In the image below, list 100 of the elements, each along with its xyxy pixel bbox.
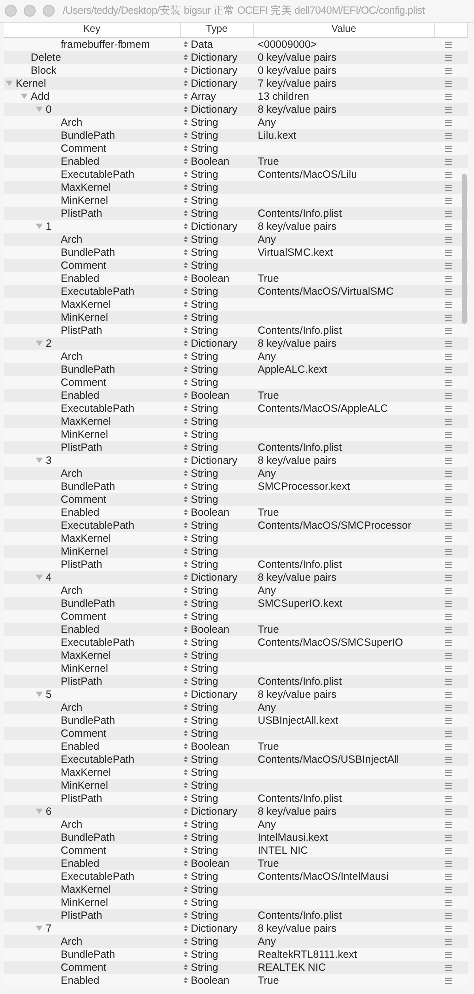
- menu-icon[interactable]: [445, 900, 452, 906]
- menu-icon[interactable]: [445, 42, 452, 48]
- up-down-arrows-icon[interactable]: [184, 80, 188, 87]
- up-down-arrows-icon[interactable]: [184, 600, 188, 607]
- up-down-arrows-icon[interactable]: [184, 470, 188, 477]
- menu-icon[interactable]: [445, 418, 452, 424]
- menu-icon[interactable]: [445, 626, 452, 632]
- menu-icon[interactable]: [445, 522, 452, 528]
- menu-icon[interactable]: [445, 666, 452, 672]
- menu-icon[interactable]: [445, 302, 452, 308]
- menu-icon[interactable]: [445, 392, 452, 398]
- up-down-arrows-icon[interactable]: [184, 379, 188, 386]
- up-down-arrows-icon[interactable]: [184, 483, 188, 490]
- menu-icon[interactable]: [445, 938, 452, 944]
- up-down-arrows-icon[interactable]: [184, 171, 188, 178]
- menu-icon[interactable]: [445, 198, 452, 204]
- up-down-arrows-icon[interactable]: [184, 704, 188, 711]
- up-down-arrows-icon[interactable]: [184, 665, 188, 672]
- disclosure-triangle-icon[interactable]: [36, 457, 43, 464]
- menu-icon[interactable]: [445, 496, 452, 502]
- up-down-arrows-icon[interactable]: [184, 626, 188, 633]
- menu-icon[interactable]: [445, 678, 452, 684]
- menu-icon[interactable]: [445, 120, 452, 126]
- up-down-arrows-icon[interactable]: [184, 262, 188, 269]
- up-down-arrows-icon[interactable]: [184, 639, 188, 646]
- menu-icon[interactable]: [445, 796, 452, 802]
- menu-icon[interactable]: [445, 808, 452, 814]
- menu-icon[interactable]: [445, 432, 452, 438]
- menu-icon[interactable]: [445, 978, 452, 984]
- menu-icon[interactable]: [445, 704, 452, 710]
- up-down-arrows-icon[interactable]: [184, 249, 188, 256]
- up-down-arrows-icon[interactable]: [184, 899, 188, 906]
- menu-icon[interactable]: [445, 276, 452, 282]
- up-down-arrows-icon[interactable]: [184, 145, 188, 152]
- menu-icon[interactable]: [445, 288, 452, 294]
- menu-icon[interactable]: [445, 770, 452, 776]
- menu-icon[interactable]: [445, 262, 452, 268]
- up-down-arrows-icon[interactable]: [184, 847, 188, 854]
- up-down-arrows-icon[interactable]: [184, 873, 188, 880]
- up-down-arrows-icon[interactable]: [184, 535, 188, 542]
- menu-icon[interactable]: [445, 54, 452, 60]
- menu-icon[interactable]: [445, 860, 452, 866]
- menu-icon[interactable]: [445, 730, 452, 736]
- up-down-arrows-icon[interactable]: [184, 522, 188, 529]
- up-down-arrows-icon[interactable]: [184, 821, 188, 828]
- menu-icon[interactable]: [445, 756, 452, 762]
- menu-icon[interactable]: [445, 80, 452, 86]
- menu-icon[interactable]: [445, 94, 452, 100]
- menu-icon[interactable]: [445, 354, 452, 360]
- menu-icon[interactable]: [445, 562, 452, 568]
- up-down-arrows-icon[interactable]: [184, 769, 188, 776]
- up-down-arrows-icon[interactable]: [184, 392, 188, 399]
- menu-icon[interactable]: [445, 822, 452, 828]
- up-down-arrows-icon[interactable]: [184, 457, 188, 464]
- menu-icon[interactable]: [445, 68, 452, 74]
- up-down-arrows-icon[interactable]: [184, 912, 188, 919]
- menu-icon[interactable]: [445, 548, 452, 554]
- up-down-arrows-icon[interactable]: [184, 197, 188, 204]
- menu-icon[interactable]: [445, 340, 452, 346]
- up-down-arrows-icon[interactable]: [184, 860, 188, 867]
- menu-icon[interactable]: [445, 874, 452, 880]
- menu-icon[interactable]: [445, 184, 452, 190]
- up-down-arrows-icon[interactable]: [184, 210, 188, 217]
- menu-icon[interactable]: [445, 952, 452, 958]
- menu-icon[interactable]: [445, 146, 452, 152]
- up-down-arrows-icon[interactable]: [184, 548, 188, 555]
- disclosure-triangle-icon[interactable]: [36, 340, 43, 347]
- up-down-arrows-icon[interactable]: [184, 106, 188, 113]
- up-down-arrows-icon[interactable]: [184, 938, 188, 945]
- disclosure-triangle-icon[interactable]: [36, 106, 43, 113]
- menu-icon[interactable]: [445, 484, 452, 490]
- disclosure-triangle-icon[interactable]: [21, 93, 28, 100]
- up-down-arrows-icon[interactable]: [184, 977, 188, 984]
- up-down-arrows-icon[interactable]: [184, 418, 188, 425]
- disclosure-triangle-icon[interactable]: [36, 808, 43, 815]
- menu-icon[interactable]: [445, 224, 452, 230]
- up-down-arrows-icon[interactable]: [184, 353, 188, 360]
- up-down-arrows-icon[interactable]: [184, 743, 188, 750]
- up-down-arrows-icon[interactable]: [184, 288, 188, 295]
- menu-icon[interactable]: [445, 964, 452, 970]
- up-down-arrows-icon[interactable]: [184, 691, 188, 698]
- menu-icon[interactable]: [445, 380, 452, 386]
- up-down-arrows-icon[interactable]: [184, 730, 188, 737]
- menu-icon[interactable]: [445, 406, 452, 412]
- up-down-arrows-icon[interactable]: [184, 93, 188, 100]
- up-down-arrows-icon[interactable]: [184, 236, 188, 243]
- menu-icon[interactable]: [445, 886, 452, 892]
- menu-icon[interactable]: [445, 536, 452, 542]
- up-down-arrows-icon[interactable]: [184, 964, 188, 971]
- menu-icon[interactable]: [445, 106, 452, 112]
- menu-icon[interactable]: [445, 444, 452, 450]
- menu-icon[interactable]: [445, 692, 452, 698]
- up-down-arrows-icon[interactable]: [184, 54, 188, 61]
- up-down-arrows-icon[interactable]: [184, 158, 188, 165]
- up-down-arrows-icon[interactable]: [184, 496, 188, 503]
- up-down-arrows-icon[interactable]: [184, 340, 188, 347]
- menu-icon[interactable]: [445, 574, 452, 580]
- disclosure-triangle-icon[interactable]: [6, 80, 13, 87]
- menu-icon[interactable]: [445, 718, 452, 724]
- menu-icon[interactable]: [445, 600, 452, 606]
